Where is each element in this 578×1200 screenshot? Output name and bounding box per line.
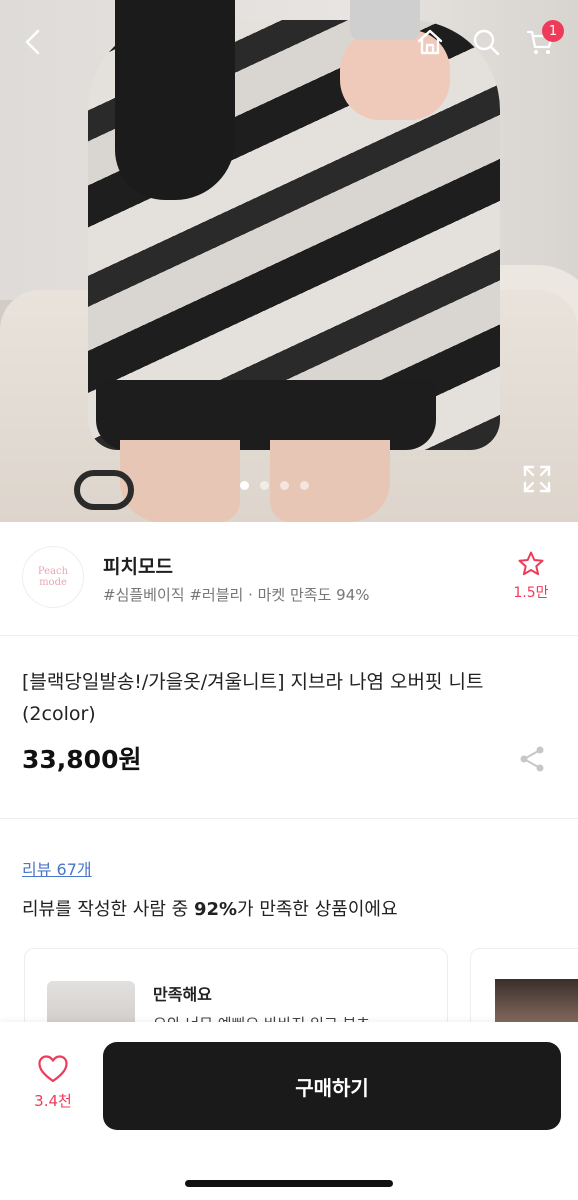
like-count: 3.4천 — [34, 1092, 72, 1110]
image-hair — [115, 0, 235, 200]
home-button[interactable] — [410, 22, 450, 62]
review-summary: 리뷰를 작성한 사람 중 92%가 만족한 상품이에요 — [22, 895, 398, 921]
star-icon — [518, 551, 544, 576]
like-button[interactable]: 3.4천 — [30, 1054, 76, 1111]
image-bag-handle — [74, 470, 134, 510]
cart-button[interactable]: 1 — [520, 20, 564, 62]
gallery-dot[interactable] — [300, 481, 309, 490]
bottom-action-bar: 3.4천 구매하기 — [0, 1022, 578, 1200]
review-summary-prefix: 리뷰를 작성한 사람 중 — [22, 899, 194, 920]
back-button[interactable] — [14, 22, 54, 62]
review-title: 만족해요 — [153, 985, 212, 1004]
share-icon — [520, 746, 544, 772]
share-button[interactable] — [516, 743, 548, 775]
gallery-dot[interactable] — [260, 481, 269, 490]
review-summary-suffix: 가 만족한 상품이에요 — [237, 899, 398, 920]
heart-icon — [38, 1055, 68, 1083]
gallery-dot[interactable] — [240, 481, 249, 490]
gallery-dot[interactable] — [280, 481, 289, 490]
home-indicator — [185, 1180, 393, 1187]
chevron-left-icon — [25, 29, 40, 55]
review-count-link[interactable]: 리뷰 67개 — [22, 856, 92, 880]
home-icon — [417, 29, 443, 55]
product-price: 33,800원 — [22, 745, 142, 774]
expand-icon — [523, 465, 551, 493]
shop-name[interactable]: 피치모드 — [103, 552, 173, 579]
buy-button[interactable]: 구매하기 — [103, 1042, 561, 1130]
shop-tags: #심플베이직 #러블리 · 마켓 만족도 94% — [103, 586, 370, 604]
section-divider — [0, 818, 578, 819]
product-title: [블랙당일발송!/가을옷/겨울니트] 지브라 나염 오버핏 니트 (2color… — [22, 671, 484, 725]
shop-favorite-count: 1.5만 — [513, 585, 549, 601]
expand-button[interactable] — [520, 462, 554, 496]
shop-logo[interactable]: Peach mode — [22, 546, 84, 608]
shop-favorite-button[interactable]: 1.5만 — [508, 550, 554, 602]
image-leg-left — [120, 440, 240, 522]
cart-badge: 1 — [542, 20, 564, 42]
search-button[interactable] — [466, 22, 506, 62]
review-summary-percent: 92% — [193, 899, 238, 920]
gallery-pagination — [240, 481, 309, 490]
product-image[interactable]: 1 — [0, 0, 578, 522]
search-icon — [473, 29, 500, 56]
shop-row[interactable]: Peach mode 피치모드 #심플베이직 #러블리 · 마켓 만족도 94%… — [0, 522, 578, 636]
